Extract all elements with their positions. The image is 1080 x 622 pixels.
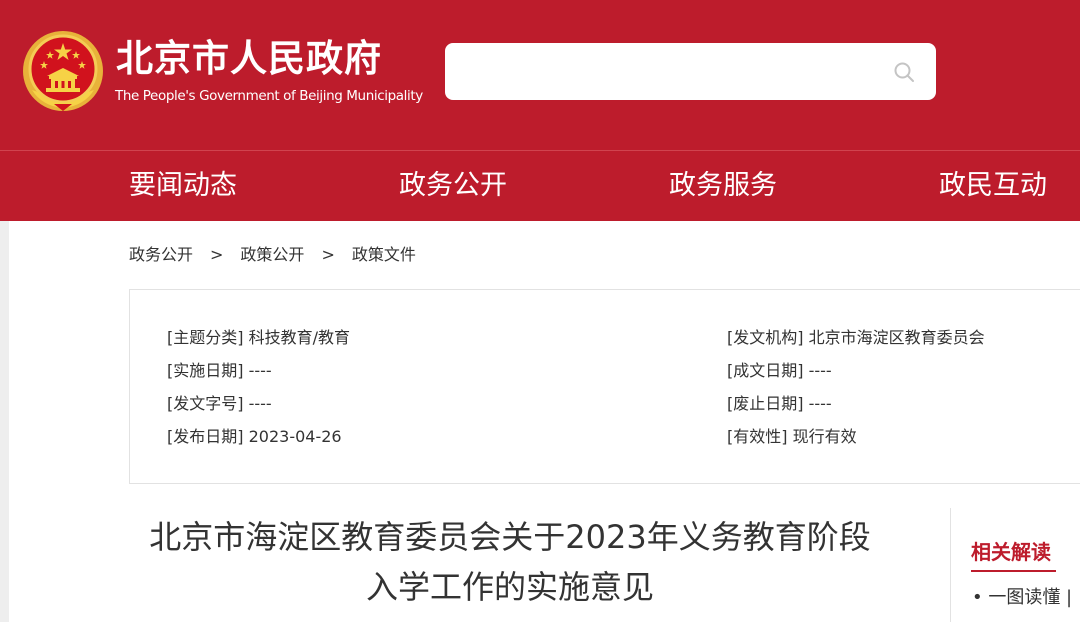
meta-value: 北京市海淀区教育委员会 — [808, 328, 985, 347]
search-input[interactable] — [461, 55, 871, 88]
document-title-line-1: 北京市海淀区教育委员会关于2023年义务教育阶段 — [149, 518, 871, 556]
meta-value: 科技教育/教育 — [248, 328, 350, 347]
meta-publish-date: [发布日期] 2023-04-26 — [167, 426, 342, 448]
meta-value: ---- — [248, 394, 272, 413]
document-metadata-box: [主题分类] 科技教育/教育 [实施日期] ---- [发文字号] ---- [… — [129, 289, 1080, 484]
meta-effective-date: [实施日期] ---- — [167, 360, 272, 382]
meta-value: ---- — [808, 361, 832, 380]
breadcrumb-separator: > — [321, 245, 335, 264]
site-subtitle: The People's Government of Beijing Munic… — [115, 88, 423, 104]
nav-item-news[interactable]: 要闻动态 — [129, 169, 237, 203]
site-title[interactable]: 北京市人民政府 — [116, 36, 382, 82]
breadcrumb-separator: > — [210, 245, 224, 264]
breadcrumb: 政务公开 > 政策公开 > 政策文件 — [129, 244, 416, 266]
meta-validity: [有效性] 现行有效 — [727, 426, 857, 448]
meta-repeal-date: [废止日期] ---- — [727, 393, 832, 415]
nav-item-government-affairs[interactable]: 政务公开 — [399, 169, 507, 203]
meta-label: [发文机构] — [727, 328, 804, 347]
meta-value: ---- — [248, 361, 272, 380]
related-heading-underline — [971, 570, 1056, 572]
meta-issuing-agency: [发文机构] 北京市海淀区教育委员会 — [727, 327, 985, 349]
main-nav: 要闻动态 政务公开 政务服务 政民互动 — [0, 150, 1080, 221]
search-icon[interactable] — [892, 60, 916, 84]
breadcrumb-item-policy-disclosure[interactable]: 政策公开 — [240, 245, 304, 264]
national-emblem-icon[interactable] — [22, 30, 104, 112]
meta-label: [发文字号] — [167, 394, 244, 413]
document-title: 北京市海淀区教育委员会关于2023年义务教育阶段 入学工作的实施意见 — [130, 512, 890, 612]
related-interpretation-heading: 相关解读 — [971, 540, 1051, 564]
related-item-link[interactable]: • 一图读懂 | — [972, 585, 1072, 611]
nav-item-public-interaction[interactable]: 政民互动 — [939, 169, 1047, 203]
meta-label: [废止日期] — [727, 394, 804, 413]
left-margin-strip — [0, 221, 9, 622]
meta-label: [主题分类] — [167, 328, 244, 347]
meta-written-date: [成文日期] ---- — [727, 360, 832, 382]
sidebar-divider — [950, 508, 951, 622]
meta-document-number: [发文字号] ---- — [167, 393, 272, 415]
site-header: 北京市人民政府 The People's Government of Beiji… — [0, 0, 1080, 150]
meta-value: 2023-04-26 — [248, 427, 342, 446]
meta-label: [实施日期] — [167, 361, 244, 380]
meta-label: [发布日期] — [167, 427, 244, 446]
search-box — [445, 43, 936, 100]
breadcrumb-item-policy-documents[interactable]: 政策文件 — [352, 245, 416, 264]
document-title-line-2: 入学工作的实施意见 — [365, 568, 654, 606]
nav-item-government-services[interactable]: 政务服务 — [669, 169, 777, 203]
meta-topic: [主题分类] 科技教育/教育 — [167, 327, 350, 349]
meta-value: ---- — [808, 394, 832, 413]
breadcrumb-item-government-affairs[interactable]: 政务公开 — [129, 245, 193, 264]
meta-value: 现行有效 — [792, 427, 857, 446]
meta-label: [有效性] — [727, 427, 788, 446]
meta-label: [成文日期] — [727, 361, 804, 380]
